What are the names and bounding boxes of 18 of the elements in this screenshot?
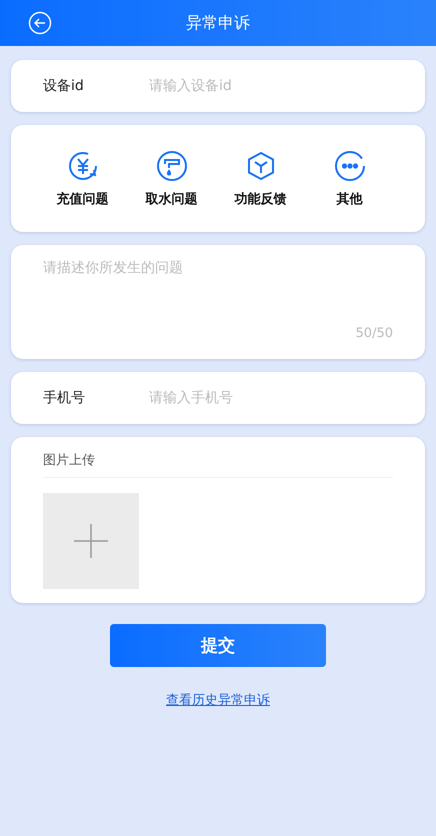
submit-button[interactable]: 提交 bbox=[110, 624, 326, 667]
field-label: 设备id bbox=[42, 77, 85, 95]
page-title: 异常申诉 bbox=[186, 12, 250, 34]
category-label[interactable]: 功能反馈 bbox=[234, 190, 286, 208]
category-label[interactable]: 充值问题 bbox=[56, 190, 108, 208]
field-label: 手机号 bbox=[42, 389, 86, 407]
input-field[interactable]: 请输入设备id bbox=[149, 76, 369, 96]
plus-icon bbox=[74, 524, 108, 558]
more-icon[interactable] bbox=[334, 150, 366, 182]
faucet-icon[interactable] bbox=[156, 150, 188, 182]
category-label[interactable]: 其他 bbox=[336, 190, 362, 208]
history-link[interactable]: 查看历史异常申诉 bbox=[166, 691, 270, 709]
character-counter: 50/50 bbox=[356, 326, 393, 341]
back-icon[interactable] bbox=[28, 11, 52, 35]
yen-icon[interactable] bbox=[66, 150, 98, 182]
input-field[interactable]: 请输入手机号 bbox=[149, 388, 369, 408]
category-label[interactable]: 取水问题 bbox=[146, 190, 198, 208]
upload-title: 图片上传 bbox=[43, 452, 95, 469]
